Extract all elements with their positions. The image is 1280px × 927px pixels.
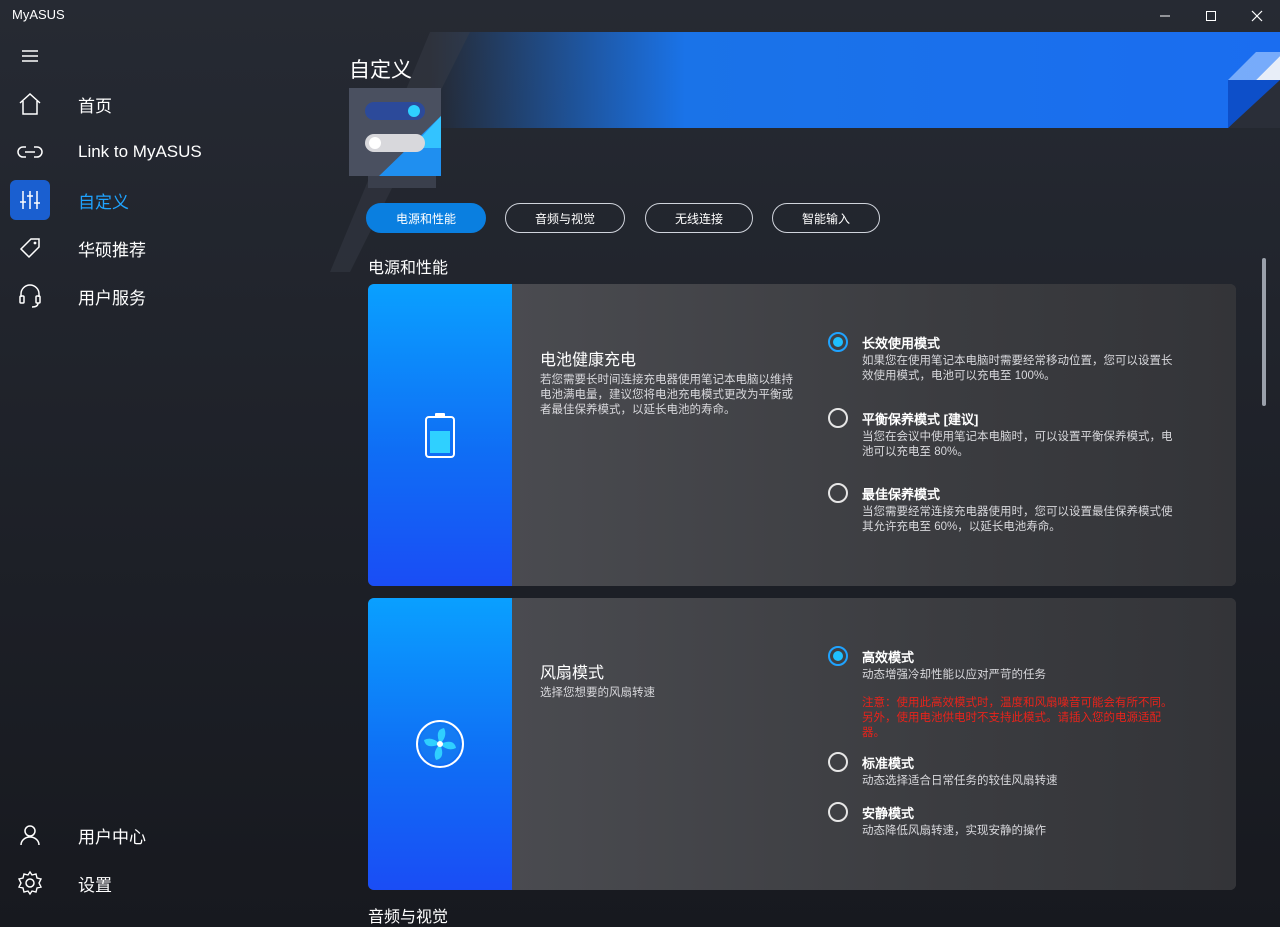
sidebar-item-label: Link to MyASUS [78, 142, 202, 161]
sidebar-item-link-to-myasus[interactable]: Link to MyASUS [0, 130, 335, 174]
option-label: 安静模式 [862, 806, 915, 821]
tab-power-performance[interactable]: 电源和性能 [366, 203, 486, 233]
toggle-illustration-icon [365, 102, 441, 176]
option-label: 最佳保养模式 [862, 487, 941, 502]
sidebar-item-user-center[interactable]: 用户中心 [0, 813, 335, 857]
card-body: 风扇模式 选择您想要的风扇转速 高效模式 动态增强冷却性能以应对严苛的任务 注意… [512, 598, 1236, 890]
option-description: 当您需要经常连接充电器使用时，您可以设置最佳保养模式使其允许充电至 60%，以延… [862, 506, 1173, 533]
home-icon [10, 84, 50, 124]
header-banner [430, 32, 1280, 128]
sidebar-item-label: 用户中心 [78, 827, 146, 847]
card-body: 电池健康充电 若您需要长时间连接充电器使用笔记本电脑以维持电池满电量，建议您将电… [512, 284, 1236, 586]
radio-button[interactable] [828, 332, 848, 352]
sidebar-item-settings[interactable]: 设置 [0, 861, 335, 905]
sidebar-item-home[interactable]: 首页 [0, 82, 335, 126]
menu-toggle-button[interactable] [18, 46, 42, 66]
sidebar-item-user-service[interactable]: 用户服务 [0, 274, 335, 318]
maximize-button[interactable] [1188, 0, 1234, 32]
sidebar-item-recommendations[interactable]: 华硕推荐 [0, 226, 335, 270]
tag-icon [10, 228, 50, 268]
close-button[interactable] [1234, 0, 1280, 32]
sidebar-item-label: 首页 [78, 96, 112, 116]
page-title: 自定义 [349, 59, 412, 82]
radio-button[interactable] [828, 483, 848, 503]
minimize-button[interactable] [1142, 0, 1188, 32]
option-label: 平衡保养模式 [建议] [862, 412, 979, 427]
hero-shadow [368, 176, 436, 188]
sidebar-item-label: 华硕推荐 [78, 240, 146, 260]
sliders-icon [10, 180, 50, 220]
scrollbar-thumb[interactable] [1262, 258, 1266, 406]
option-description: 动态增强冷却性能以应对严苛的任务 [862, 669, 1046, 681]
headset-icon [10, 276, 50, 316]
title-bar: MyASUS [0, 0, 1280, 32]
card-title: 风扇模式 [540, 665, 605, 682]
sidebar-item-customize[interactable]: 自定义 [0, 178, 335, 222]
option-description: 动态降低风扇转速，实现安静的操作 [862, 825, 1046, 837]
battery-health-card: 电池健康充电 若您需要长时间连接充电器使用笔记本电脑以维持电池满电量，建议您将电… [368, 284, 1236, 586]
card-description: 若您需要长时间连接充电器使用笔记本电脑以维持电池满电量，建议您将电池充电模式更改… [540, 374, 793, 416]
option-description: 当您在会议中使用笔记本电脑时，可以设置平衡保养模式，电池可以充电至 80%。 [862, 431, 1173, 458]
option-label: 长效使用模式 [862, 336, 941, 351]
customize-hero-image [349, 88, 441, 176]
link-icon [10, 132, 50, 172]
hamburger-icon [22, 50, 38, 62]
user-icon [10, 815, 50, 855]
app-title: MyASUS [12, 7, 65, 22]
fan-icon [416, 720, 464, 768]
option-description: 动态选择适合日常任务的较佳风扇转速 [862, 775, 1058, 787]
sidebar-item-label: 用户服务 [78, 288, 146, 308]
close-icon [1251, 10, 1263, 22]
option-warning: 注意：使用此高效模式时，温度和风扇噪音可能会有所不同。另外，使用电池供电时不支持… [862, 697, 1173, 739]
option-label: 高效模式 [862, 650, 915, 665]
sidebar-item-label: 自定义 [78, 192, 129, 212]
option-label: 标准模式 [862, 756, 915, 771]
radio-button[interactable] [828, 408, 848, 428]
card-title: 电池健康充电 [540, 352, 637, 369]
option-description: 如果您在使用笔记本电脑时需要经常移动位置，您可以设置长效使用模式，电池可以充电至… [862, 355, 1173, 382]
maximize-icon [1206, 11, 1216, 21]
sidebar-item-label: 设置 [78, 875, 112, 895]
radio-button[interactable] [828, 802, 848, 822]
minimize-icon [1160, 15, 1170, 17]
section-title-power: 电源和性能 [368, 260, 449, 277]
tab-smart-input[interactable]: 智能输入 [772, 203, 880, 233]
card-icon-panel [368, 598, 512, 890]
fan-mode-card: 风扇模式 选择您想要的风扇转速 高效模式 动态增强冷却性能以应对严苛的任务 注意… [368, 598, 1236, 890]
radio-button[interactable] [828, 752, 848, 772]
radio-button[interactable] [828, 646, 848, 666]
banner-corner-decoration [1228, 52, 1280, 128]
sidebar: 首页 Link to MyASUS 自定义 华硕推荐 用户服务 用户中心 设置 [0, 32, 335, 927]
card-description: 选择您想要的风扇转速 [540, 687, 655, 699]
gear-icon [10, 863, 50, 903]
battery-icon [425, 413, 455, 458]
tab-audio-visual[interactable]: 音频与视觉 [505, 203, 625, 233]
section-title-audio-visual: 音频与视觉 [368, 909, 449, 926]
card-icon-panel [368, 284, 512, 586]
tab-wireless[interactable]: 无线连接 [645, 203, 753, 233]
